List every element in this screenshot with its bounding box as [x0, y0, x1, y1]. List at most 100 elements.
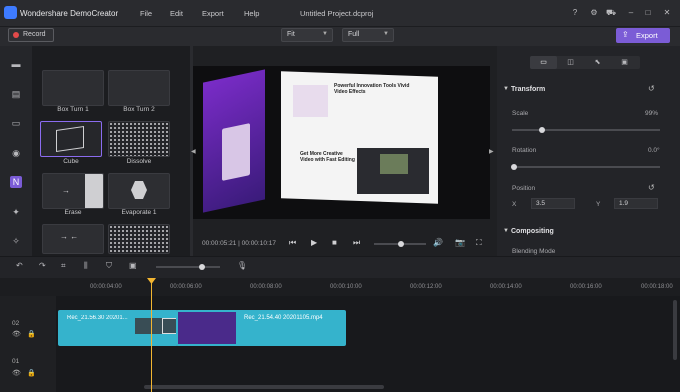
section-transform: Transform — [511, 86, 546, 93]
time-current: 00:00:05:21 — [202, 240, 237, 247]
scale-slider-knob[interactable] — [539, 127, 545, 133]
fit-select[interactable]: Fit ▼ — [281, 28, 333, 42]
menu-help[interactable]: Help — [244, 9, 259, 18]
preview-editor-video — [380, 154, 408, 174]
split-icon[interactable]: ⫼ — [84, 261, 88, 271]
transition-thumb-dissolve[interactable] — [108, 121, 170, 157]
settings-icon[interactable]: ⚙ — [589, 8, 599, 18]
play-icon[interactable]: ▶ — [311, 238, 317, 247]
export-label: Export — [636, 31, 658, 40]
preview-next-arrow-icon[interactable]: ▶ — [489, 148, 494, 155]
volume-icon[interactable]: 🔊 — [433, 238, 443, 247]
section-compositing: Compositing — [511, 228, 554, 235]
menu-edit[interactable]: Edit — [170, 9, 183, 18]
clip-2-thumbnail — [178, 312, 236, 344]
ruler-tick: 00:00:06:00 — [170, 284, 202, 290]
close-icon[interactable]: ✕ — [662, 8, 672, 18]
audio-icon[interactable]: ✧ — [10, 235, 22, 247]
playback-slider-knob[interactable] — [398, 241, 404, 247]
transition-thumb-dots[interactable] — [108, 224, 170, 254]
next-frame-icon[interactable]: ⏭ — [353, 238, 360, 248]
timeline-scrollbar[interactable] — [144, 385, 384, 389]
prev-frame-icon[interactable]: ⏮ — [289, 238, 296, 248]
undo-icon[interactable]: ↶ — [16, 261, 23, 270]
maximize-icon[interactable]: □ — [643, 8, 653, 18]
export-icon: ⇪ — [622, 30, 629, 39]
annotation-icon[interactable]: ▭ — [10, 117, 22, 129]
preview-portrait-image — [222, 123, 250, 181]
reset-position-icon[interactable]: ↺ — [648, 183, 655, 192]
effects-icon[interactable]: ✦ — [10, 206, 22, 218]
arrow-right-icon: → — [62, 186, 70, 195]
app-logo-icon — [4, 6, 17, 19]
time-total: 00:00:10:17 — [241, 240, 276, 247]
top-toolbar — [0, 26, 680, 46]
transition-thumb-erase[interactable] — [42, 173, 104, 209]
stop-icon[interactable]: ■ — [332, 238, 337, 247]
time-display: 00:00:05:21 | 00:00:10:17 — [202, 240, 276, 247]
cart-icon[interactable]: ⛟ — [606, 8, 616, 18]
tab-caption-icon[interactable]: ▣ — [611, 56, 638, 69]
zoom-slider-knob[interactable] — [199, 264, 205, 270]
zoom-slider[interactable] — [156, 266, 220, 268]
clip-label: Rec_21.56.30 20201... — [67, 315, 128, 321]
track-label-01: 01 — [12, 358, 20, 365]
microphone-icon[interactable]: 🎙 — [237, 261, 247, 270]
cursor-effects-icon[interactable]: ◉ — [10, 147, 22, 159]
help-icon[interactable]: ? — [570, 8, 580, 18]
ruler-tick: 00:00:18:00 — [641, 284, 673, 290]
menu-file[interactable]: File — [140, 9, 152, 18]
cube-shape-icon — [56, 126, 84, 152]
preview-prev-arrow-icon[interactable]: ◀ — [191, 148, 196, 155]
redo-icon[interactable]: ↷ — [39, 261, 46, 270]
tab-audio-icon[interactable]: ◫ — [557, 56, 584, 69]
track-headers — [0, 296, 56, 392]
preview-photo-1 — [293, 85, 328, 117]
snapshot-icon[interactable]: 📷 — [455, 238, 465, 247]
x-position-input[interactable]: 3.5 — [531, 198, 575, 209]
media-icon[interactable]: ▬ — [10, 58, 22, 70]
marker-icon[interactable]: ⛉ — [106, 261, 112, 271]
transition-label: Cube — [63, 158, 79, 165]
arrows-icon: → ← — [60, 232, 79, 241]
track-label-02: 02 — [12, 320, 20, 327]
chevron-down-icon: ▼ — [383, 31, 389, 37]
minimize-icon[interactable]: – — [626, 8, 636, 18]
fullscreen-icon[interactable]: ⛶ — [476, 238, 482, 248]
project-title: Untitled Project.dcproj — [300, 9, 374, 18]
transition-thumb-box-turn-2[interactable] — [108, 70, 170, 106]
transition-label: Box Turn 1 — [57, 106, 89, 113]
chevron-down-icon: ▼ — [322, 31, 328, 37]
track-visibility-icon[interactable]: 👁 — [12, 330, 21, 338]
tracks-scrollbar[interactable] — [673, 300, 677, 360]
quality-select[interactable]: Full ▼ — [342, 28, 394, 42]
captions-icon[interactable]: ▣ — [129, 261, 137, 270]
crop-icon[interactable]: ⌗ — [61, 261, 66, 271]
transition-label: Erase — [64, 209, 82, 216]
collapse-transform-icon[interactable]: ▼ — [503, 86, 509, 92]
timeline-toolbar — [0, 256, 680, 278]
tab-video-icon[interactable]: ▭ — [530, 56, 557, 69]
menu-export[interactable]: Export — [202, 9, 224, 18]
reset-transform-icon[interactable]: ↺ — [648, 84, 655, 93]
record-dot-icon — [13, 32, 19, 38]
library-icon[interactable]: ▤ — [10, 88, 22, 100]
scale-value: 99% — [645, 110, 659, 117]
rotation-slider[interactable] — [512, 166, 660, 168]
playhead[interactable] — [151, 278, 152, 392]
track-lock-icon[interactable]: 🔒 — [27, 330, 36, 338]
track-lock-icon[interactable]: 🔒 — [27, 369, 36, 377]
rotation-slider-knob[interactable] — [511, 164, 517, 170]
rotation-label: Rotation — [512, 147, 537, 154]
transitions-icon[interactable]: N — [10, 176, 22, 188]
scale-slider[interactable] — [512, 129, 660, 131]
ruler-tick: 00:00:10:00 — [330, 284, 362, 290]
collapse-compositing-icon[interactable]: ▼ — [503, 228, 509, 234]
tab-cursor-icon[interactable]: ⬉ — [584, 56, 611, 69]
transition-label: Box Turn 2 — [123, 106, 155, 113]
ruler-tick: 00:00:16:00 — [570, 284, 602, 290]
y-position-input[interactable]: 1.9 — [614, 198, 658, 209]
track-visibility-icon[interactable]: 👁 — [12, 369, 21, 377]
transition-thumb-box-turn-1[interactable] — [42, 70, 104, 106]
fit-select-value: Fit — [287, 31, 295, 38]
